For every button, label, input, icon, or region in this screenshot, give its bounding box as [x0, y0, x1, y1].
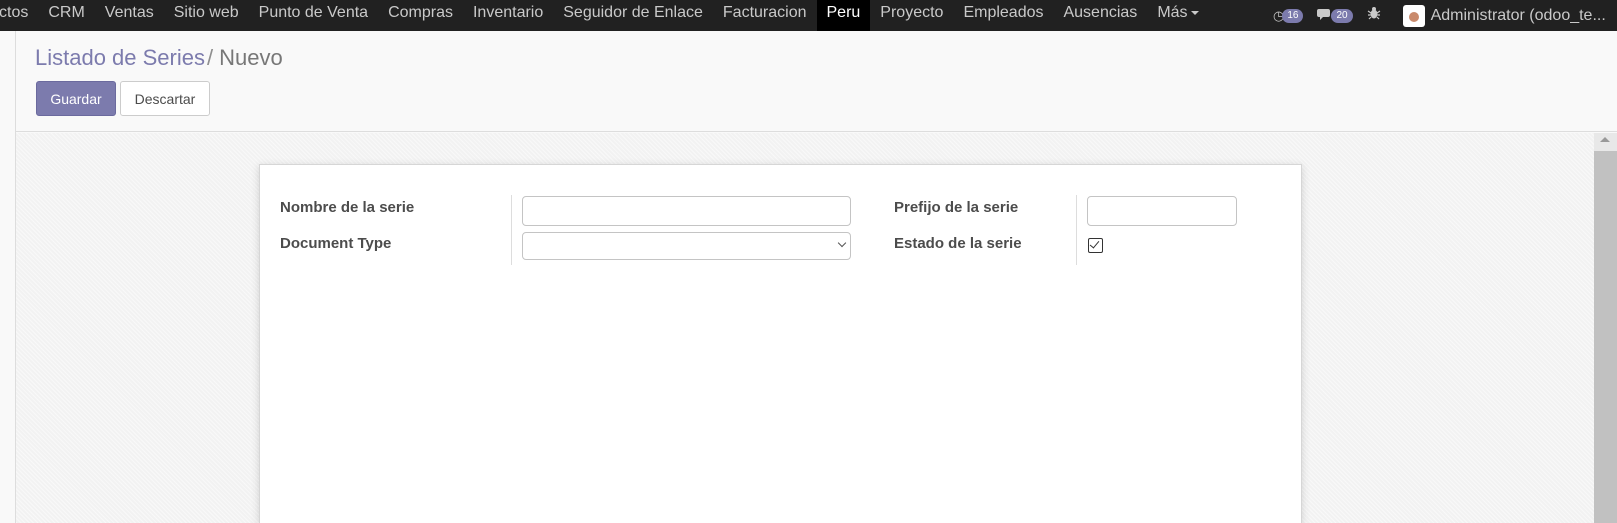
breadcrumb-current: Nuevo: [219, 45, 283, 70]
menu-item-punto-de-venta[interactable]: Punto de Venta: [249, 0, 378, 31]
form-sheet: Nombre de la serie Document Type Prefijo…: [259, 164, 1302, 523]
menu-item-contactos[interactable]: ctos: [0, 0, 38, 31]
breadcrumb-separator: /: [207, 45, 214, 70]
menu-item-empleados[interactable]: Empleados: [953, 0, 1053, 31]
menu-item-ausencias[interactable]: Ausencias: [1053, 0, 1147, 31]
nombre-serie-label: Nombre de la serie: [280, 199, 415, 216]
chevron-down-icon: [837, 238, 847, 248]
avatar-head-icon: [1408, 11, 1419, 22]
breadcrumb-parent-link[interactable]: Listado de Series: [35, 45, 205, 70]
document-type-select[interactable]: [522, 232, 851, 260]
document-type-label: Document Type: [280, 235, 392, 252]
save-button[interactable]: Guardar: [36, 81, 116, 116]
systray: ◷ 16 20 Administrator (odoo_te...: [1227, 0, 1617, 31]
user-menu[interactable]: Administrator (odoo_te...: [1402, 4, 1606, 27]
estado-serie-checkbox[interactable]: [1088, 238, 1103, 253]
bug-icon: [1367, 6, 1381, 25]
prefijo-serie-input[interactable]: [1087, 196, 1237, 226]
menu-item-inventario[interactable]: Inventario: [463, 0, 553, 31]
menu-item-proyecto[interactable]: Proyecto: [870, 0, 953, 31]
checkmark-icon: [1089, 238, 1100, 249]
estado-serie-label: Estado de la serie: [894, 235, 1022, 252]
menu-item-sitio-web[interactable]: Sitio web: [164, 0, 249, 31]
menu-item-peru[interactable]: Peru: [816, 0, 871, 31]
prefijo-serie-label: Prefijo de la serie: [894, 199, 1019, 216]
menu-item-compras[interactable]: Compras: [378, 0, 463, 31]
menu-item-mas-label: Más: [1157, 4, 1188, 21]
nombre-serie-input[interactable]: [522, 196, 851, 226]
discard-button[interactable]: Descartar: [120, 81, 210, 116]
caret-down-icon: [1190, 10, 1199, 15]
top-navbar: ctos CRM Ventas Sitio web Punto de Venta…: [0, 0, 1617, 31]
debug-button[interactable]: [1367, 6, 1381, 25]
menu-item-facturacion[interactable]: Facturacion: [713, 0, 817, 31]
activities-button[interactable]: ◷ 16: [1273, 8, 1304, 24]
form-view-background: Nombre de la serie Document Type Prefijo…: [16, 133, 1594, 523]
scrollbar[interactable]: [1594, 133, 1617, 523]
menu-item-mas[interactable]: Más: [1147, 0, 1208, 31]
main-menu: ctos CRM Ventas Sitio web Punto de Venta…: [0, 0, 1209, 31]
avatar: [1402, 4, 1425, 27]
scrollbar-thumb[interactable]: [1594, 151, 1617, 523]
scroll-up-arrow-icon[interactable]: [1600, 137, 1610, 142]
menu-item-crm[interactable]: CRM: [38, 0, 94, 31]
menu-item-seguidor-de-enlace[interactable]: Seguidor de Enlace: [553, 0, 713, 31]
control-panel: Listado de Series/Nuevo Guardar Descarta…: [16, 31, 1617, 132]
user-name: Administrator (odoo_te...: [1430, 6, 1606, 24]
breadcrumb: Listado de Series/Nuevo: [35, 45, 283, 71]
right-group-divider: [1076, 195, 1077, 265]
activities-badge: 16: [1282, 8, 1304, 23]
messages-badge: 20: [1331, 8, 1353, 23]
menu-item-ventas[interactable]: Ventas: [95, 0, 164, 31]
left-group-divider: [511, 195, 512, 265]
messages-button[interactable]: 20: [1317, 8, 1353, 24]
